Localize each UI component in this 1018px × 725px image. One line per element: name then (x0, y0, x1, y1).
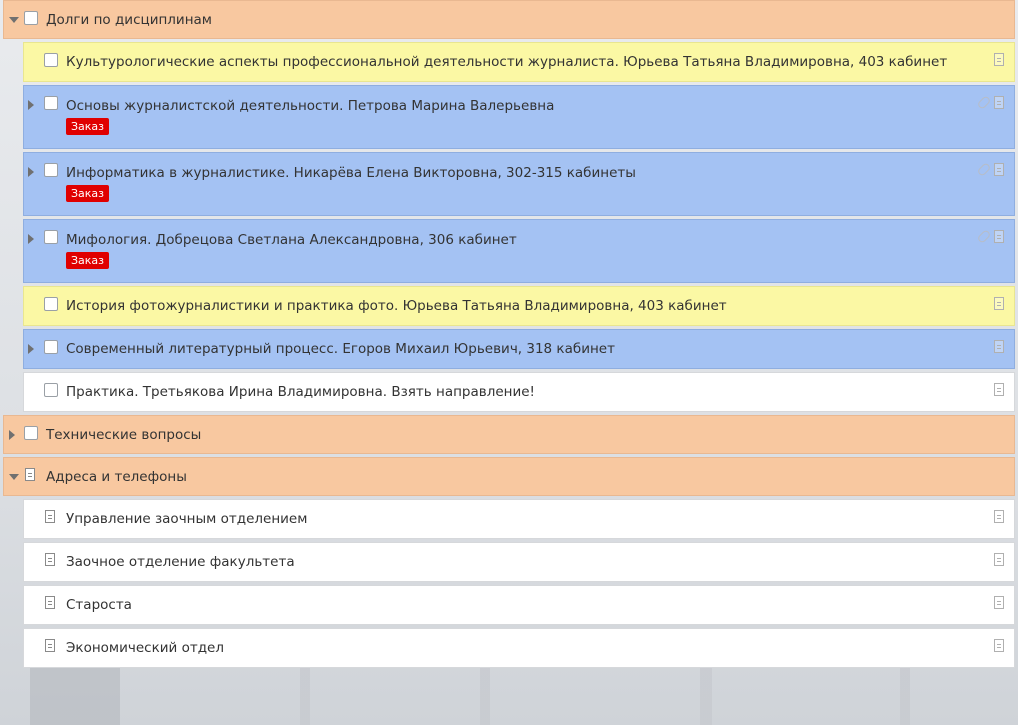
note-icon[interactable] (994, 297, 1004, 310)
task-content: Заочное отделение факультета (66, 552, 295, 572)
order-badge[interactable]: Заказ (66, 185, 110, 202)
task-content: Мифология. Добрецова Светлана Александро… (66, 230, 517, 269)
row-icons (994, 297, 1004, 310)
note-icon[interactable] (994, 96, 1004, 109)
group-checkbox[interactable] (24, 426, 38, 440)
task-content: Информатика в журналистике. Никарёва Еле… (66, 163, 636, 202)
task-row[interactable]: Информатика в журналистике. Никарёва Еле… (23, 152, 1015, 216)
task-checkbox[interactable] (44, 297, 58, 311)
note-icon[interactable] (994, 230, 1004, 243)
task-row[interactable]: Заочное отделение факультета (23, 542, 1015, 582)
paperclip-icon[interactable] (976, 95, 992, 110)
order-badge[interactable]: Заказ (66, 252, 110, 269)
expand-icon[interactable] (28, 344, 34, 354)
task-row[interactable]: Культурологические аспекты профессиональ… (23, 42, 1015, 82)
background-photo (0, 665, 1018, 725)
note-icon[interactable] (994, 596, 1004, 609)
row-icons (994, 639, 1004, 652)
order-badge[interactable]: Заказ (66, 118, 110, 135)
task-checkbox[interactable] (44, 96, 58, 110)
task-row[interactable]: Практика. Третьякова Ирина Владимировна.… (23, 372, 1015, 412)
task-content: Управление заочным отделением (66, 509, 307, 529)
row-icons (994, 553, 1004, 566)
task-label: Современный литературный процесс. Егоров… (66, 341, 615, 357)
task-content: История фотожурналистики и практика фото… (66, 296, 727, 316)
expand-icon[interactable] (28, 167, 34, 177)
row-icons (994, 383, 1004, 396)
group-row[interactable]: Долги по дисциплинам (3, 0, 1015, 39)
note-icon[interactable] (994, 510, 1004, 523)
task-row[interactable]: Экономический отдел (23, 628, 1015, 668)
row-icons (994, 53, 1004, 66)
group-row[interactable]: Технические вопросы (3, 415, 1015, 454)
document-icon (45, 510, 55, 523)
paperclip-icon[interactable] (976, 229, 992, 244)
task-row[interactable]: Современный литературный процесс. Егоров… (23, 329, 1015, 369)
task-label: Практика. Третьякова Ирина Владимировна.… (66, 384, 535, 400)
expand-icon[interactable] (28, 100, 34, 110)
row-icons (994, 510, 1004, 523)
task-row[interactable]: Староста (23, 585, 1015, 625)
document-icon (45, 596, 55, 609)
task-content: Культурологические аспекты профессиональ… (66, 52, 947, 72)
collapse-icon[interactable] (9, 17, 19, 23)
expand-icon[interactable] (28, 234, 34, 244)
task-label: Информатика в журналистике. Никарёва Еле… (66, 165, 636, 181)
task-checkbox[interactable] (44, 230, 58, 244)
note-icon[interactable] (994, 340, 1004, 353)
row-icons (976, 95, 1004, 110)
task-label: Управление заочным отделением (66, 511, 308, 527)
task-label: Экономический отдел (66, 640, 224, 656)
row-icons (976, 162, 1004, 177)
task-checkbox[interactable] (44, 340, 58, 354)
task-label: История фотожурналистики и практика фото… (66, 298, 727, 314)
note-icon[interactable] (994, 383, 1004, 396)
task-checkbox[interactable] (44, 53, 58, 67)
task-content: Современный литературный процесс. Егоров… (66, 339, 615, 359)
task-label: Основы журналистской деятельности. Петро… (66, 98, 555, 114)
row-icons (994, 596, 1004, 609)
group-title: Технические вопросы (46, 427, 202, 443)
expand-icon[interactable] (9, 430, 15, 440)
task-row[interactable]: Мифология. Добрецова Светлана Александро… (23, 219, 1015, 283)
task-row[interactable]: Управление заочным отделением (23, 499, 1015, 539)
note-icon[interactable] (994, 163, 1004, 176)
task-checkbox[interactable] (44, 383, 58, 397)
task-content: Староста (66, 595, 132, 615)
task-checkbox[interactable] (44, 163, 58, 177)
task-label: Староста (66, 597, 132, 613)
task-label: Культурологические аспекты профессиональ… (66, 54, 948, 70)
group-title: Адреса и телефоны (46, 469, 187, 485)
note-icon[interactable] (994, 53, 1004, 66)
task-content: Практика. Третьякова Ирина Владимировна.… (66, 382, 535, 402)
row-icons (976, 229, 1004, 244)
task-row[interactable]: История фотожурналистики и практика фото… (23, 286, 1015, 326)
note-icon[interactable] (994, 553, 1004, 566)
document-icon (25, 468, 35, 481)
task-label: Заочное отделение факультета (66, 554, 295, 570)
task-tree: Долги по дисциплинам Культурологические а… (3, 0, 1015, 671)
task-content: Экономический отдел (66, 638, 224, 658)
task-row[interactable]: Основы журналистской деятельности. Петро… (23, 85, 1015, 149)
group-row[interactable]: Адреса и телефоны (3, 457, 1015, 496)
note-icon[interactable] (994, 639, 1004, 652)
group-title: Долги по дисциплинам (46, 12, 212, 28)
group-checkbox[interactable] (24, 11, 38, 25)
collapse-icon[interactable] (9, 474, 19, 480)
paperclip-icon[interactable] (976, 162, 992, 177)
document-icon (45, 639, 55, 652)
task-content: Основы журналистской деятельности. Петро… (66, 96, 554, 135)
document-icon (45, 553, 55, 566)
row-icons (994, 340, 1004, 353)
task-label: Мифология. Добрецова Светлана Александро… (66, 232, 517, 248)
